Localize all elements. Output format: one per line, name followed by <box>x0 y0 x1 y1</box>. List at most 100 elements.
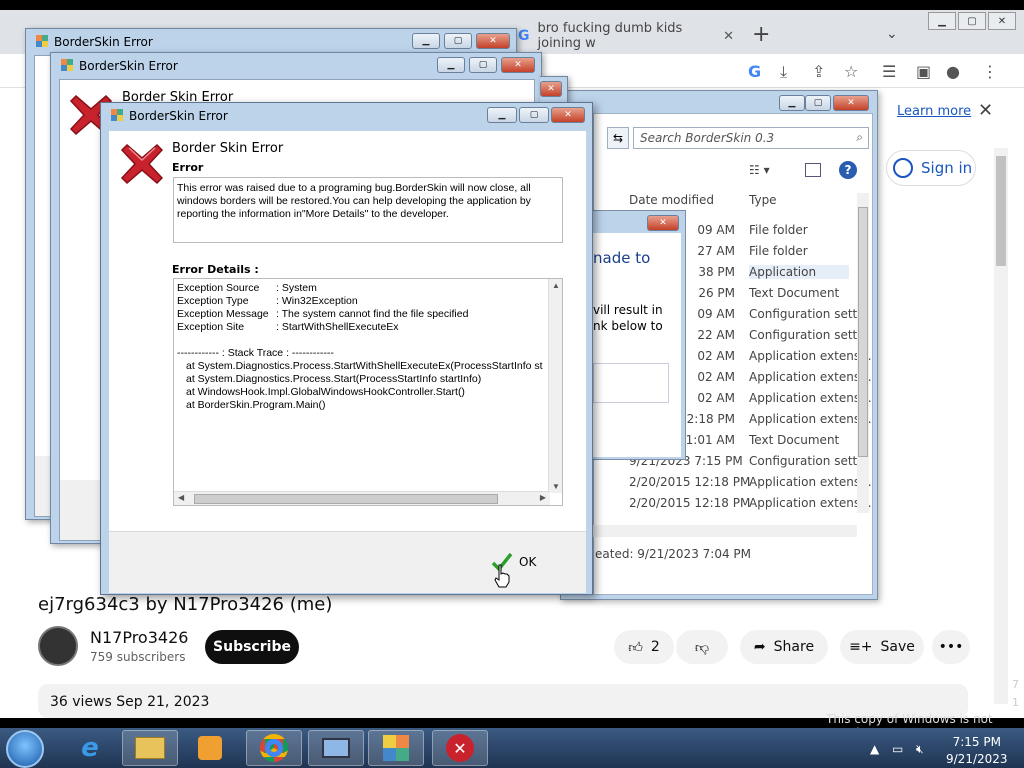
explorer-scrollbar[interactable] <box>857 193 869 513</box>
page-scrollbar[interactable] <box>994 148 1008 704</box>
reading-list-icon[interactable]: ☰ <box>882 62 896 81</box>
setup-heading: nade to <box>593 249 651 267</box>
error-label: Error <box>172 161 204 174</box>
file-row-type[interactable]: Application extens... <box>749 370 872 384</box>
taskbar-chrome-icon[interactable] <box>246 730 302 766</box>
explorer-hscrollbar[interactable] <box>593 525 857 537</box>
taskbar-media-player-icon[interactable] <box>182 730 238 766</box>
detail-key: Exception Type <box>177 295 249 307</box>
subscribe-button[interactable]: Subscribe <box>205 630 299 664</box>
close-button[interactable]: ✕ <box>988 12 1016 30</box>
file-row-type[interactable]: Configuration sett... <box>749 307 869 321</box>
col-date-modified[interactable]: Date modified <box>629 193 714 207</box>
maximize-button[interactable]: ▢ <box>444 33 472 49</box>
explorer-close-button[interactable]: ✕ <box>833 95 869 111</box>
file-row-type[interactable]: Application extens... <box>749 496 872 510</box>
file-row-type[interactable]: Application <box>749 265 849 279</box>
new-tab-button[interactable]: + <box>752 22 770 47</box>
file-row-type[interactable]: Text Document <box>749 286 839 300</box>
maximize-button[interactable]: ▢ <box>519 107 549 123</box>
setup-close-button[interactable]: ✕ <box>647 215 679 231</box>
app-icon <box>111 109 123 121</box>
file-row-type[interactable]: Application extens... <box>749 391 872 405</box>
details-hscrollbar[interactable]: ◀ ▶ <box>174 491 550 505</box>
dialog-client: Border Skin Error Error This error was r… <box>109 131 586 593</box>
show-hidden-icons[interactable]: ▲ <box>870 742 879 756</box>
more-actions-button[interactable]: ••• <box>932 630 970 664</box>
scroll-down-icon[interactable]: ▼ <box>552 482 560 491</box>
network-icon[interactable]: ▭ <box>892 742 903 756</box>
taskbar-error-icon[interactable]: ✕ <box>432 730 488 766</box>
close-button[interactable]: ✕ <box>540 81 562 97</box>
channel-avatar[interactable] <box>38 626 78 666</box>
taskbar-remote-desktop-icon[interactable] <box>308 730 364 766</box>
screen: G bro fucking dumb kids joining w ✕ + ⌄ … <box>0 0 1024 768</box>
preview-pane-icon[interactable] <box>805 163 821 177</box>
app-icon <box>61 59 73 71</box>
file-row-type[interactable]: Application extens... <box>749 412 872 426</box>
thumb-down-icon: 👎︎ <box>694 639 710 656</box>
window-title: BorderSkin Error <box>54 35 153 49</box>
scroll-up-icon[interactable]: ▲ <box>552 281 560 290</box>
col-type[interactable]: Type <box>749 193 777 207</box>
tab-search-icon[interactable]: ⌄ <box>886 26 898 42</box>
volume-muted-icon[interactable]: 🔇︎ <box>916 742 924 757</box>
taskbar-clock[interactable]: 7:15 PM 9/21/2023 <box>946 734 1008 768</box>
maximize-button[interactable]: ▢ <box>958 12 986 30</box>
maximize-button[interactable]: ▢ <box>469 57 497 73</box>
hscroll-thumb[interactable] <box>194 494 498 504</box>
install-icon[interactable]: ⤓ <box>780 62 787 82</box>
close-button[interactable]: ✕ <box>551 107 585 123</box>
banner-close-icon[interactable]: ✕ <box>978 100 993 121</box>
save-button[interactable]: ≡+ Save <box>840 630 924 664</box>
close-button[interactable]: ✕ <box>501 57 535 73</box>
scroll-thumb[interactable] <box>996 156 1006 266</box>
error-details-box[interactable]: Exception Source : System Exception Type… <box>173 278 563 506</box>
explorer-minimize-button[interactable]: ▁ <box>779 95 805 111</box>
file-row-type[interactable]: Application extens... <box>749 475 872 489</box>
google-lens-icon[interactable]: G <box>748 62 761 81</box>
browser-tab[interactable]: G bro fucking dumb kids joining w ✕ <box>510 18 740 54</box>
explorer-scroll-thumb[interactable] <box>858 207 868 457</box>
scroll-right-icon[interactable]: ▶ <box>540 493 546 502</box>
file-row-type[interactable]: Configuration sett... <box>749 454 869 468</box>
profile-icon[interactable]: ● <box>946 62 960 81</box>
file-row-type[interactable]: File folder <box>749 244 808 258</box>
error-message-box[interactable]: This error was raised due to a programin… <box>173 177 563 243</box>
file-row-type[interactable]: File folder <box>749 223 808 237</box>
dislike-button[interactable]: 👎︎ <box>676 630 728 664</box>
learn-more-link[interactable]: Learn more <box>897 104 971 119</box>
close-button[interactable]: ✕ <box>476 33 510 49</box>
sign-in-button[interactable]: Sign in <box>886 150 976 186</box>
explorer-search-input[interactable]: Search BorderSkin 0.3 ⌕ <box>633 127 869 149</box>
explorer-maximize-button[interactable]: ▢ <box>805 95 831 111</box>
share-icon[interactable]: ⇪ <box>812 62 825 81</box>
details-vscrollbar[interactable]: ▲ ▼ <box>548 279 562 493</box>
file-row-type[interactable]: Configuration sett... <box>749 328 869 342</box>
taskbar-ie-icon[interactable]: e <box>62 730 118 766</box>
minimize-button[interactable]: ▁ <box>437 57 465 73</box>
tab-close-icon[interactable]: ✕ <box>723 29 734 44</box>
help-icon[interactable]: ? <box>839 161 857 179</box>
channel-name[interactable]: N17Pro3426 <box>90 628 188 647</box>
menu-kebab-icon[interactable]: ⋮ <box>982 62 998 81</box>
bookmark-star-icon[interactable]: ☆ <box>844 62 858 81</box>
minimize-button[interactable]: ▁ <box>487 107 517 123</box>
error-details-label: Error Details : <box>172 263 259 276</box>
file-row-type[interactable]: Application extens... <box>749 349 872 363</box>
start-button[interactable] <box>6 730 44 768</box>
taskbar-borderskin-icon[interactable] <box>368 730 424 766</box>
refresh-icon[interactable]: ⇆ <box>607 127 629 149</box>
share-button[interactable]: ➦ Share <box>740 630 828 664</box>
view-options-icon[interactable]: ☷ ▾ <box>749 163 770 177</box>
setup-link-box[interactable] <box>593 363 669 403</box>
scroll-left-icon[interactable]: ◀ <box>178 493 184 502</box>
side-panel-icon[interactable]: ▣ <box>916 62 931 81</box>
like-button[interactable]: 👍︎ 2 <box>614 630 674 664</box>
taskbar-explorer-icon[interactable] <box>122 730 178 766</box>
file-row-type[interactable]: Text Document <box>749 433 839 447</box>
hand-cursor-icon <box>494 564 510 588</box>
video-title: ej7rg634c3 by N17Pro3426 (me) <box>38 594 333 615</box>
minimize-button[interactable]: ▁ <box>412 33 440 49</box>
minimize-button[interactable]: ▁ <box>928 12 956 30</box>
